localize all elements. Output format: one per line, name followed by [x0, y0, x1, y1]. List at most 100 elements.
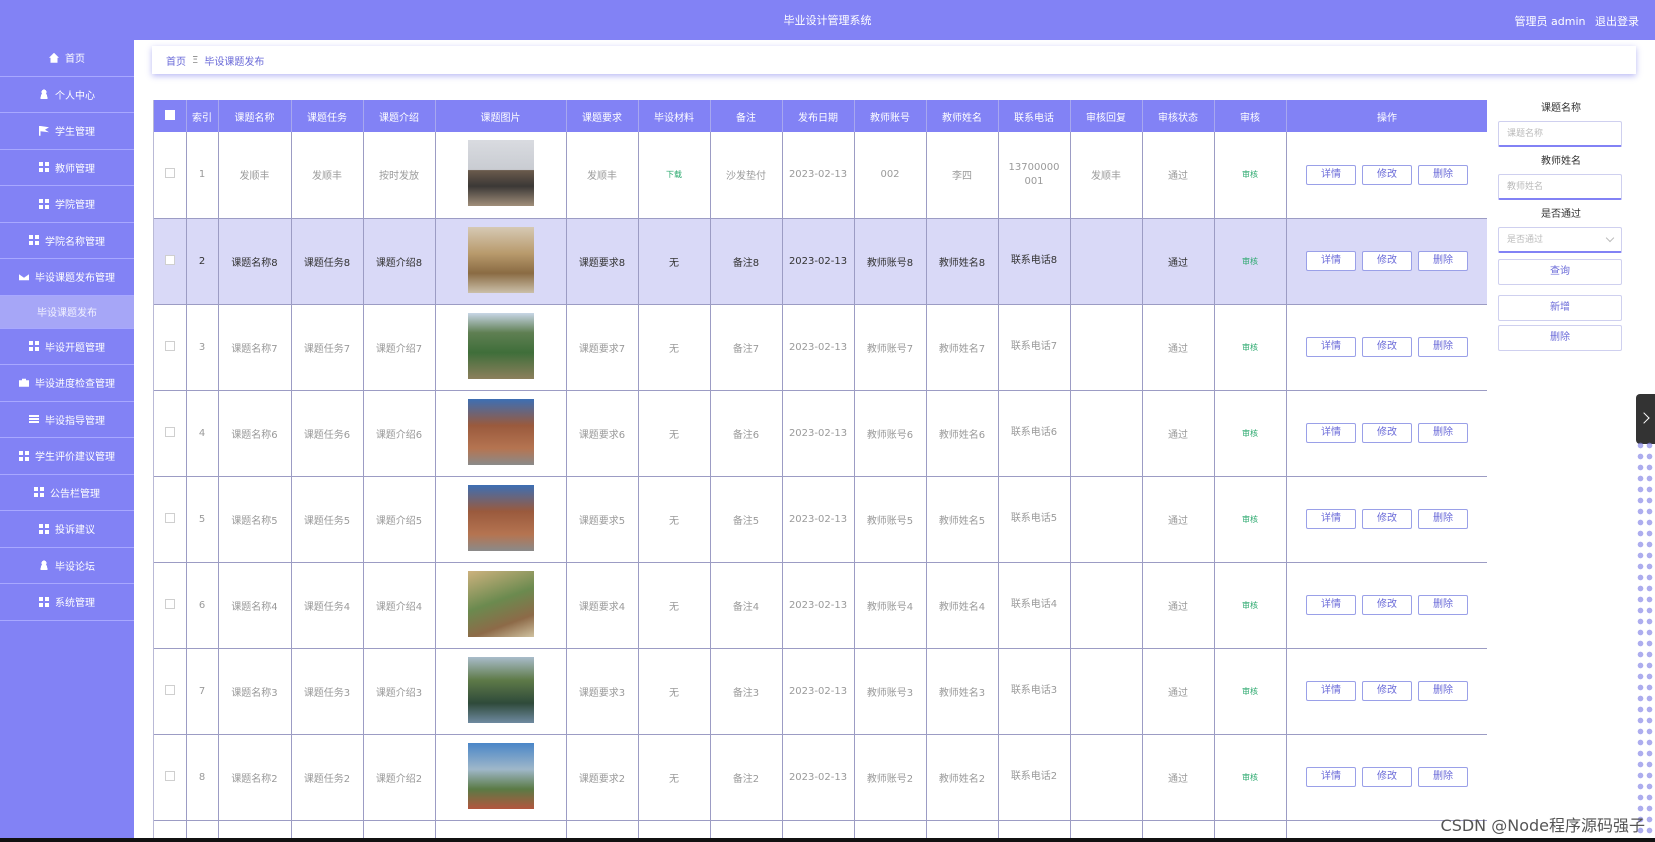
table-row[interactable]: 4 课题名称6 课题任务6 课题介绍6 课题要求6 无 备注6 2023-02-13 教师账号6… — [154, 390, 1487, 477]
breadcrumb-home[interactable]: 首页 — [166, 53, 186, 68]
edit-button[interactable]: 修改 — [1362, 337, 1412, 357]
topic-name-input[interactable]: 课题名称 — [1498, 121, 1622, 147]
pass-status-select[interactable]: 是否通过 — [1498, 227, 1622, 253]
table-row[interactable]: 3 课题名称7 课题任务7 课题介绍7 课题要求7 无 备注7 2023-02-13 教师账号7… — [154, 304, 1487, 391]
table-row[interactable]: 6 课题名称4 课题任务4 课题介绍4 课题要求4 无 备注4 2023-02-13 教师账号4… — [154, 562, 1487, 649]
cell-text-audit[interactable]: 审核 — [1242, 429, 1258, 438]
edit-button[interactable]: 修改 — [1362, 164, 1412, 185]
edit-button[interactable]: 修改 — [1362, 509, 1412, 529]
row-checkbox[interactable] — [164, 426, 175, 437]
detail-button[interactable]: 详情 — [1306, 337, 1356, 357]
cell-task: 课题任务6 — [291, 390, 364, 477]
sidebar-item[interactable]: 个人中心 — [0, 77, 134, 113]
topic-image[interactable] — [467, 570, 534, 637]
delete-button[interactable]: 删除 — [1418, 423, 1468, 443]
sidebar-item[interactable]: 投诉建议 — [0, 511, 134, 548]
table-row[interactable]: 8 课题名称2 课题任务2 课题介绍2 课题要求2 无 备注2 2023-02-13 教师账号2… — [154, 734, 1487, 821]
edit-button[interactable]: 修改 — [1362, 767, 1412, 787]
topic-image[interactable] — [467, 742, 534, 809]
edit-button[interactable]: 修改 — [1362, 595, 1412, 615]
row-select-cell[interactable] — [154, 132, 187, 219]
row-checkbox[interactable] — [164, 254, 175, 265]
row-checkbox[interactable] — [164, 598, 175, 609]
sidebar-item[interactable]: 毕设课题发布管理 — [0, 259, 134, 296]
table-row[interactable]: 1 发顺丰 发顺丰 按时发放 发顺丰 下载 沙发垫付 2023-02-13 002 李四 13700… — [154, 132, 1487, 219]
logout-link[interactable]: 退出登录 — [1595, 15, 1639, 28]
cell-name: 课题名称4 — [218, 562, 292, 649]
cell-text-audit[interactable]: 审核 — [1242, 687, 1258, 696]
cell-text-status: 通过 — [1168, 515, 1188, 527]
delete-button[interactable]: 删除 — [1418, 767, 1468, 787]
cell-text-audit[interactable]: 审核 — [1242, 515, 1258, 524]
cell-text-audit[interactable]: 审核 — [1242, 343, 1258, 352]
teacher-name-input[interactable]: 教师姓名 — [1498, 174, 1622, 200]
delete-button[interactable]: 删除 — [1418, 595, 1468, 615]
cell-req: 课题要求2 — [566, 734, 639, 821]
cell-text-name: 课题名称2 — [231, 773, 278, 785]
cell-text-audit[interactable]: 审核 — [1242, 257, 1258, 266]
detail-button[interactable]: 详情 — [1306, 509, 1356, 529]
cell-text-audit[interactable]: 审核 — [1242, 773, 1258, 782]
sidebar-item[interactable]: 首页 — [0, 40, 134, 77]
detail-button[interactable]: 详情 — [1306, 767, 1356, 787]
topic-image[interactable] — [467, 484, 534, 551]
sidebar-item[interactable]: 学院名称管理 — [0, 223, 134, 259]
topic-image[interactable] — [467, 312, 534, 379]
sidebar-item-label: 系统管理 — [55, 598, 95, 610]
row-select-cell[interactable] — [154, 648, 187, 735]
sidebar-item[interactable]: 毕设开题管理 — [0, 329, 134, 365]
detail-button[interactable]: 详情 — [1306, 681, 1356, 701]
row-select-cell[interactable] — [154, 734, 187, 821]
row-select-cell[interactable] — [154, 390, 187, 477]
query-button[interactable]: 查询 — [1498, 259, 1622, 285]
detail-button[interactable]: 详情 — [1306, 595, 1356, 615]
detail-button[interactable]: 详情 — [1306, 164, 1356, 185]
topic-image[interactable] — [467, 398, 534, 465]
row-checkbox[interactable] — [164, 512, 175, 523]
sidebar-item[interactable]: 学生评价建议管理 — [0, 438, 134, 475]
row-select-cell[interactable] — [154, 304, 187, 391]
delete-button[interactable]: 删除 — [1418, 681, 1468, 701]
row-select-cell[interactable] — [154, 476, 187, 563]
delete-button[interactable]: 删除 — [1418, 337, 1468, 357]
table-row[interactable]: 2 课题名称8 课题任务8 课题介绍8 课题要求8 无 备注8 2023-02-13 教师账号8… — [154, 218, 1487, 305]
sidebar-item[interactable]: 教师管理 — [0, 150, 134, 186]
topic-image[interactable] — [467, 140, 534, 207]
sidebar-item[interactable]: 毕设进度检查管理 — [0, 365, 134, 402]
sidebar-item[interactable]: 毕设论坛 — [0, 548, 134, 584]
sidebar-item[interactable]: 系统管理 — [0, 584, 134, 621]
detail-button[interactable]: 详情 — [1306, 251, 1356, 271]
table-row[interactable]: 5 课题名称5 课题任务5 课题介绍5 课题要求5 无 备注5 2023-02-13 教师账号5… — [154, 476, 1487, 563]
sidebar-item[interactable]: 毕设课题发布 — [0, 295, 134, 329]
batch-delete-button[interactable]: 删除 — [1498, 325, 1622, 351]
table-row[interactable]: 7 课题名称3 课题任务3 课题介绍3 课题要求3 无 备注3 2023-02-13 教师账号3… — [154, 648, 1487, 735]
select-all-checkbox[interactable] — [164, 109, 175, 120]
sidebar-item[interactable]: 学生管理 — [0, 113, 134, 150]
topic-image[interactable] — [467, 656, 534, 723]
edit-button[interactable]: 修改 — [1362, 681, 1412, 701]
sidebar-item[interactable]: 公告栏管理 — [0, 475, 134, 511]
delete-button[interactable]: 删除 — [1418, 164, 1468, 185]
edit-button[interactable]: 修改 — [1362, 251, 1412, 271]
row-actions: 详情 修改 删除 — [1286, 648, 1487, 735]
delete-button[interactable]: 删除 — [1418, 509, 1468, 529]
row-select-cell[interactable] — [154, 218, 187, 305]
add-button[interactable]: 新增 — [1498, 295, 1622, 321]
delete-button[interactable]: 删除 — [1418, 251, 1468, 271]
sidebar-item[interactable]: 毕设指导管理 — [0, 402, 134, 438]
row-checkbox[interactable] — [164, 770, 175, 781]
detail-button[interactable]: 详情 — [1306, 423, 1356, 443]
cell-text-material[interactable]: 下载 — [666, 170, 682, 179]
edit-button[interactable]: 修改 — [1362, 423, 1412, 443]
select-all-header[interactable] — [154, 100, 187, 132]
cell-date: 2023-02-13 — [782, 132, 855, 219]
row-checkbox[interactable] — [164, 340, 175, 351]
cell-text-audit[interactable]: 审核 — [1242, 601, 1258, 610]
row-select-cell[interactable] — [154, 562, 187, 649]
row-checkbox[interactable] — [164, 684, 175, 695]
row-checkbox[interactable] — [164, 168, 175, 179]
side-drawer-toggle[interactable] — [1636, 394, 1655, 444]
topic-image[interactable] — [467, 226, 534, 293]
sidebar-item[interactable]: 学院管理 — [0, 186, 134, 223]
cell-text-audit[interactable]: 审核 — [1242, 170, 1258, 179]
